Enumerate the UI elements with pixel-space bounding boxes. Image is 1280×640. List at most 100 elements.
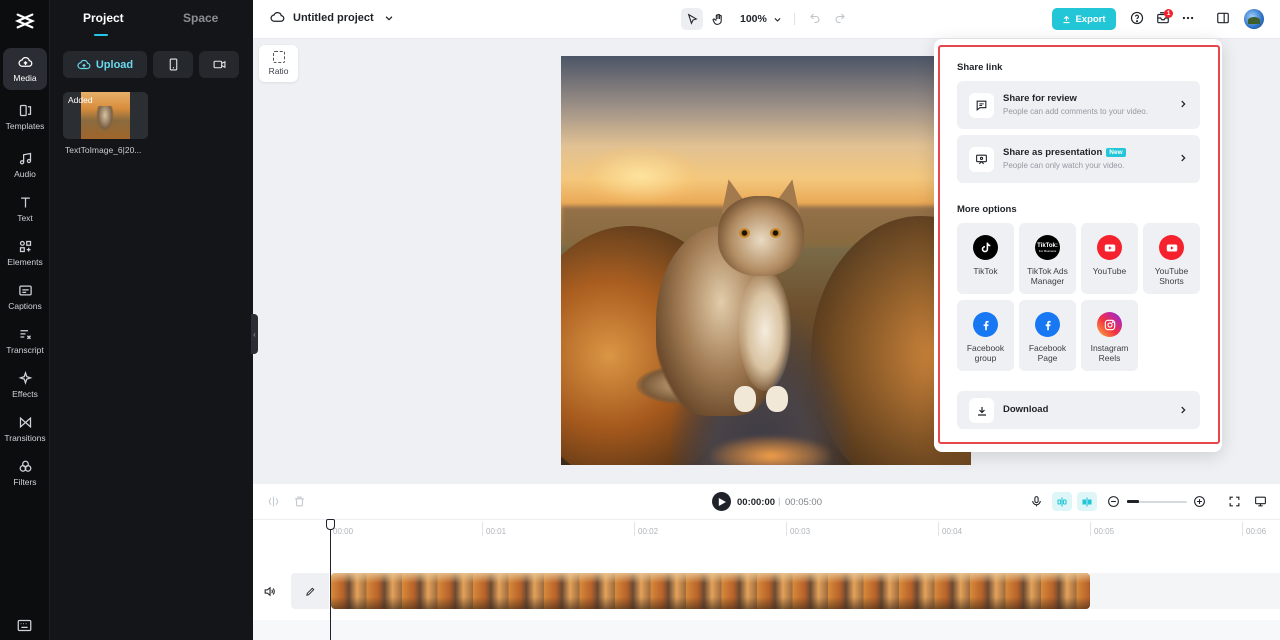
share-option-label: Instagram Reels [1090, 343, 1129, 363]
ratio-button[interactable]: Ratio [259, 45, 298, 82]
upload-cloud-icon [77, 59, 91, 69]
active-tab-indicator [94, 34, 108, 36]
sidebar-item-templates[interactable]: Templates [3, 96, 47, 138]
share-as-presentation-card[interactable]: Share as presentation New People can only… [957, 135, 1200, 183]
sidebar-item-label: Media [13, 73, 37, 83]
notification-badge: 1 [1164, 9, 1173, 18]
redo-icon[interactable] [834, 12, 846, 24]
trash-icon[interactable] [293, 495, 306, 508]
edit-cover-button[interactable] [291, 573, 329, 609]
sidebar-item-label: Captions [8, 301, 42, 311]
share-option-instagram-reels[interactable]: Instagram Reels [1081, 300, 1138, 371]
auto-snap-button[interactable] [1077, 492, 1097, 511]
video-clip[interactable] [331, 573, 1090, 609]
microphone-icon[interactable] [1030, 495, 1043, 508]
share-for-review-card[interactable]: Share for review People can add comments… [957, 81, 1200, 129]
upload-arrow-icon [1063, 15, 1070, 23]
upload-button[interactable]: Upload [63, 51, 147, 78]
export-button[interactable]: Export [1052, 8, 1116, 30]
sidebar-item-elements[interactable]: Elements [3, 232, 47, 274]
share-link-heading: Share link [957, 62, 1003, 73]
video-camera-icon [213, 60, 225, 69]
track-mute-icon[interactable] [263, 585, 276, 598]
facebook-icon [1035, 312, 1060, 337]
ruler-label: 00:05 [1094, 527, 1115, 536]
ratio-label: Ratio [268, 66, 289, 76]
sidebar-item-captions[interactable]: Captions [3, 276, 47, 318]
share-option-tiktok-ads-manager[interactable]: TikTok: For Business TikTok Ads Manager [1019, 223, 1076, 294]
project-title-menu[interactable]: Untitled project [270, 10, 394, 25]
more-horizontal-icon[interactable] [1181, 11, 1195, 25]
main-track-magnet-button[interactable] [1052, 492, 1072, 511]
facebook-icon [973, 312, 998, 337]
ruler-label: 00:00 [333, 527, 354, 536]
timeline-zoom-slider[interactable] [1127, 500, 1187, 503]
project-title: Untitled project [293, 11, 374, 24]
monitor-comment-icon[interactable] [1254, 495, 1267, 508]
sidebar-item-media[interactable]: Media [3, 48, 47, 90]
zoom-in-icon[interactable] [1193, 495, 1206, 508]
sidebar-item-effects[interactable]: Effects [3, 364, 47, 406]
capcut-logo-icon[interactable] [14, 10, 36, 32]
share-option-facebook-group[interactable]: Facebook group [957, 300, 1014, 371]
keyboard-icon[interactable] [17, 619, 32, 632]
split-icon[interactable] [267, 495, 280, 508]
sidebar-item-label: Effects [12, 389, 38, 399]
playhead[interactable] [330, 520, 331, 640]
phone-upload-button[interactable] [153, 51, 193, 78]
current-time: 00:00:00 [737, 497, 776, 508]
sidebar-item-filters[interactable]: Filters [3, 452, 47, 494]
tab-project[interactable]: Project [83, 11, 124, 25]
ruler-label: 00:02 [638, 527, 659, 536]
video-preview[interactable] [561, 56, 971, 465]
sidebar-item-label: Transcript [6, 345, 44, 355]
share-option-youtube-shorts[interactable]: YouTube Shorts [1143, 223, 1200, 294]
undo-icon[interactable] [809, 12, 821, 24]
share-option-facebook-page[interactable]: Facebook Page [1019, 300, 1076, 371]
sidebar-item-transcript[interactable]: Transcript [3, 320, 47, 362]
sidebar-item-label: Text [17, 213, 33, 223]
youtube-icon [1097, 235, 1122, 260]
media-item-thumbnail[interactable]: Added [63, 92, 148, 139]
sidebar-item-label: Audio [14, 169, 36, 179]
fullscreen-icon[interactable] [1228, 495, 1241, 508]
share-option-youtube[interactable]: YouTube [1081, 223, 1138, 294]
share-option-label: TikTok Ads Manager [1027, 266, 1068, 286]
panel-collapse-handle[interactable]: ‹ [251, 314, 258, 354]
chevron-right-icon [1181, 154, 1186, 162]
zoom-dropdown[interactable]: 100% [740, 13, 782, 25]
hand-tool-button[interactable] [707, 8, 729, 30]
transitions-icon [19, 416, 31, 429]
zoom-value: 100% [740, 13, 767, 25]
play-button[interactable] [712, 492, 731, 511]
download-card[interactable]: Download [957, 391, 1200, 429]
layout-panel-icon[interactable] [1216, 11, 1230, 25]
sidebar-item-label: Transitions [4, 433, 46, 443]
zoom-out-icon[interactable] [1107, 495, 1120, 508]
media-item-name: TextToImage_6|20... [65, 145, 142, 155]
avatar[interactable] [1244, 9, 1264, 29]
export-label: Export [1075, 13, 1106, 25]
chevron-right-icon [1181, 100, 1186, 108]
comment-icon-box [969, 93, 994, 118]
music-note-icon [19, 152, 31, 165]
sidebar-item-audio[interactable]: Audio [3, 144, 47, 186]
ruler-label: 00:04 [942, 527, 963, 536]
phone-icon [169, 58, 177, 71]
help-icon[interactable] [1130, 11, 1144, 25]
upload-label: Upload [95, 58, 134, 71]
record-button[interactable] [199, 51, 239, 78]
toolbar-divider [794, 13, 795, 25]
elements-icon [19, 240, 31, 253]
select-tool-button[interactable] [681, 8, 703, 30]
sidebar-item-transitions[interactable]: Transitions [3, 408, 47, 450]
sidebar-item-text[interactable]: Text [3, 188, 47, 230]
playhead-handle[interactable] [326, 519, 335, 530]
tab-space[interactable]: Space [183, 11, 218, 25]
share-option-tiktok[interactable]: TikTok [957, 223, 1014, 294]
comment-icon [976, 100, 987, 111]
media-panel: Project Space Upload Added TextToImage_6… [50, 0, 253, 640]
ratio-icon [272, 51, 285, 63]
tiktok-ads-icon: TikTok: For Business [1035, 235, 1060, 260]
share-option-label: TikTok [973, 266, 998, 276]
